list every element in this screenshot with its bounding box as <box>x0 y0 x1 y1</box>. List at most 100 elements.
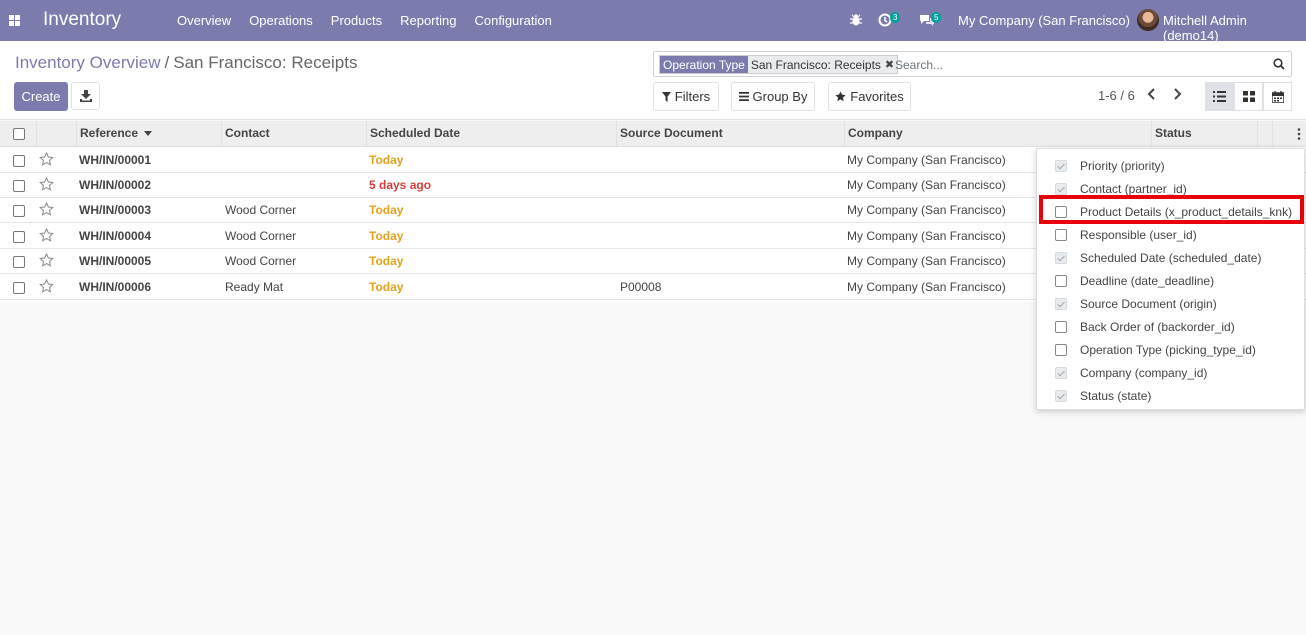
group-by-button[interactable]: Group By <box>731 82 815 111</box>
optional-column-item[interactable]: Scheduled Date (scheduled_date) <box>1037 246 1306 269</box>
favorites-button[interactable]: Favorites <box>828 82 911 111</box>
breadcrumb-parent[interactable]: Inventory Overview <box>15 53 161 72</box>
optional-column-checkbox[interactable] <box>1055 251 1067 264</box>
user-avatar[interactable] <box>1137 9 1159 31</box>
row-reference: WH/IN/00002 <box>79 178 152 192</box>
menu-configuration[interactable]: Configuration <box>465 13 560 28</box>
header-scheduled-date[interactable]: Scheduled Date <box>367 121 617 147</box>
optional-column-item[interactable]: Responsible (user_id) <box>1037 223 1306 246</box>
menu-products[interactable]: Products <box>322 13 391 28</box>
row-checkbox[interactable] <box>13 231 25 243</box>
row-reference: WH/IN/00005 <box>79 254 152 268</box>
optional-column-label: Operation Type (picking_type_id) <box>1080 342 1256 357</box>
row-reference: WH/IN/00001 <box>79 153 152 167</box>
optional-column-label: Status (state) <box>1080 388 1152 403</box>
select-all-checkbox[interactable] <box>13 128 25 140</box>
star-outline-icon[interactable] <box>39 152 54 167</box>
optional-column-checkbox[interactable] <box>1055 182 1067 195</box>
row-company: My Company (San Francisco) <box>847 153 1006 167</box>
list-view-button[interactable] <box>1205 82 1234 111</box>
search-icon[interactable] <box>1273 58 1285 70</box>
optional-column-checkbox[interactable] <box>1055 366 1067 379</box>
optional-columns-dropdown: Priority (priority) Contact (partner_id) P… <box>1036 148 1305 410</box>
header-company[interactable]: Company <box>845 121 1152 147</box>
download-icon <box>80 90 92 102</box>
star-outline-icon[interactable] <box>39 253 54 268</box>
optional-column-item[interactable]: Deadline (date_deadline) <box>1037 269 1306 292</box>
message-count-badge: 5 <box>931 12 942 23</box>
row-scheduled-date: Today <box>369 280 404 294</box>
row-reference: WH/IN/00003 <box>79 203 152 217</box>
filters-button[interactable]: Filters <box>653 82 719 111</box>
search-input[interactable] <box>895 56 1255 74</box>
row-checkbox[interactable] <box>13 180 25 192</box>
optional-column-label: Company (company_id) <box>1080 365 1208 380</box>
optional-column-checkbox[interactable] <box>1055 389 1067 402</box>
facet-value-text: San Francisco: Receipts <box>750 57 881 72</box>
calendar-icon <box>1271 90 1284 103</box>
header-spacer <box>1258 121 1273 147</box>
optional-column-item[interactable]: Priority (priority) <box>1037 154 1306 177</box>
optional-column-label: Scheduled Date (scheduled_date) <box>1080 250 1262 265</box>
optional-column-item[interactable]: Status (state) <box>1037 384 1306 407</box>
header-contact[interactable]: Contact <box>222 121 367 147</box>
star-outline-icon[interactable] <box>39 279 54 294</box>
row-source-document: P00008 <box>620 280 662 294</box>
optional-column-item[interactable]: Back Order of (backorder_id) <box>1037 315 1306 338</box>
row-company: My Company (San Francisco) <box>847 280 1006 294</box>
header-source-document[interactable]: Source Document <box>617 121 845 147</box>
app-brand[interactable]: Inventory <box>43 9 121 31</box>
menu-overview[interactable]: Overview <box>168 13 240 28</box>
company-switcher[interactable]: My Company (San Francisco) <box>958 13 1130 28</box>
row-company: My Company (San Francisco) <box>847 254 1006 268</box>
header-status[interactable]: Status <box>1152 121 1258 147</box>
row-company: My Company (San Francisco) <box>847 229 1006 243</box>
header-reference[interactable]: Reference <box>77 121 222 147</box>
optional-column-label: Contact (partner_id) <box>1080 181 1187 196</box>
star-outline-icon[interactable] <box>39 228 54 243</box>
optional-column-checkbox[interactable] <box>1055 297 1067 310</box>
chevron-right-icon[interactable] <box>1170 86 1184 102</box>
user-menu[interactable]: Mitchell Admin (demo14) <box>1163 13 1306 43</box>
chevron-left-icon[interactable] <box>1145 86 1159 102</box>
row-scheduled-date: Today <box>369 254 404 268</box>
menu-operations[interactable]: Operations <box>240 13 322 28</box>
optional-column-item[interactable]: Operation Type (picking_type_id) <box>1037 338 1306 361</box>
breadcrumb-current: San Francisco: Receipts <box>173 53 358 72</box>
row-scheduled-date: 5 days ago <box>369 178 432 192</box>
kanban-view-button[interactable] <box>1234 82 1263 111</box>
star-outline-icon[interactable] <box>39 177 54 192</box>
facet-remove-icon[interactable]: ✖ <box>885 56 894 74</box>
row-checkbox[interactable] <box>13 205 25 217</box>
search-facet: Operation Type San Francisco: Receipts ✖ <box>659 55 899 74</box>
highlight-annotation <box>1039 195 1304 224</box>
row-contact: Wood Corner <box>225 254 297 268</box>
optional-column-checkbox[interactable] <box>1055 320 1067 333</box>
star-outline-icon[interactable] <box>39 202 54 217</box>
row-checkbox[interactable] <box>13 155 25 167</box>
menu-reporting[interactable]: Reporting <box>391 13 465 28</box>
apps-menu-icon[interactable] <box>9 15 20 26</box>
export-button[interactable] <box>71 82 100 110</box>
optional-column-checkbox[interactable] <box>1055 274 1067 287</box>
breadcrumb-separator: / <box>164 53 170 72</box>
facet-label: Operation Type <box>660 56 748 73</box>
header-priority-cell <box>37 121 77 147</box>
optional-column-checkbox[interactable] <box>1055 159 1067 172</box>
header-reference-label: Reference <box>80 126 139 140</box>
create-button[interactable]: Create <box>14 82 68 111</box>
calendar-view-button[interactable] <box>1263 82 1292 111</box>
row-scheduled-date: Today <box>369 153 404 167</box>
row-checkbox[interactable] <box>13 256 25 268</box>
bug-icon[interactable] <box>849 13 863 27</box>
row-checkbox[interactable] <box>13 282 25 294</box>
optional-columns-toggle-icon[interactable] <box>1292 127 1306 141</box>
optional-column-checkbox[interactable] <box>1055 228 1067 241</box>
pager-value[interactable]: 1-6 / 6 <box>1098 88 1135 103</box>
optional-column-item[interactable]: Source Document (origin) <box>1037 292 1306 315</box>
header-select-cell <box>0 121 37 147</box>
optional-column-item[interactable]: Company (company_id) <box>1037 361 1306 384</box>
bars-icon <box>738 92 749 101</box>
search-bar: Operation Type San Francisco: Receipts ✖ <box>653 51 1292 77</box>
optional-column-checkbox[interactable] <box>1055 343 1067 356</box>
